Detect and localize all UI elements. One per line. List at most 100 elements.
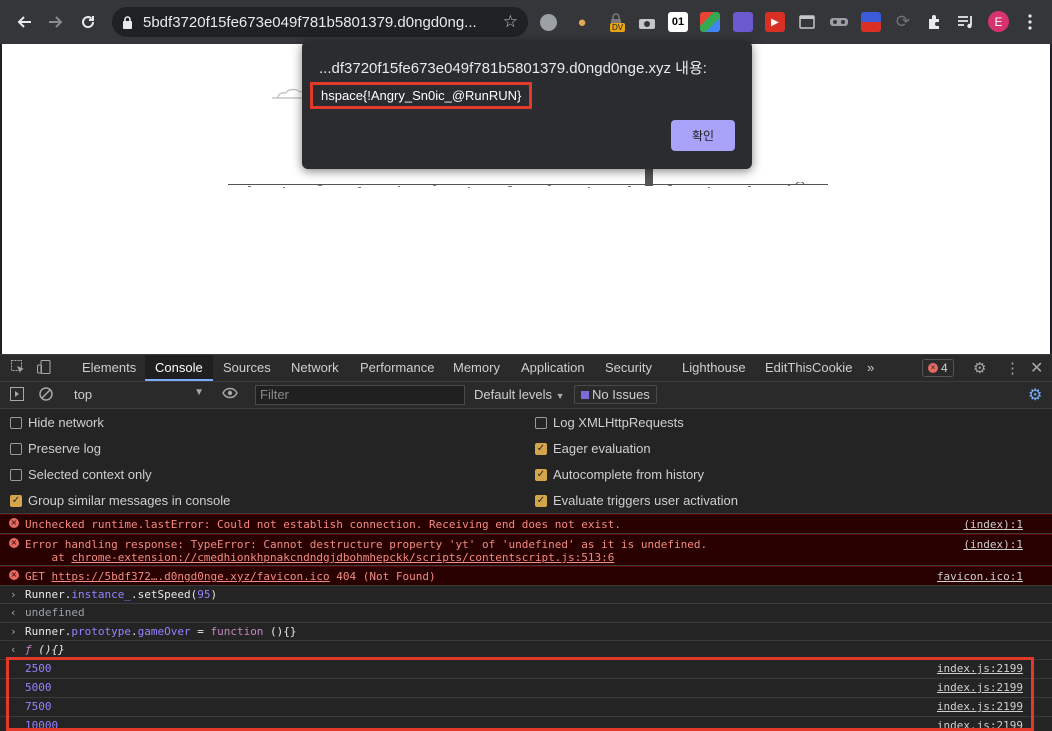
- setting-label: Group similar messages in console: [28, 493, 231, 508]
- screen: 5bdf3720f15fe673e049f781b5801379.d0ngd0n…: [0, 0, 1052, 731]
- request-url-link[interactable]: https://5bdf372….d0ngd0nge.xyz/favicon.i…: [52, 570, 330, 583]
- back-button[interactable]: [8, 6, 40, 38]
- source-link[interactable]: (index):1: [963, 538, 1023, 551]
- source-link[interactable]: index.js:2199: [937, 719, 1023, 731]
- setting-log-xhr[interactable]: Log XMLHttpRequests: [535, 415, 684, 430]
- red-extension-icon[interactable]: ▶: [765, 12, 785, 32]
- caret-down-icon: ▼: [194, 387, 204, 398]
- code-token: Runner.: [25, 588, 72, 601]
- sidebar-toggle-icon[interactable]: [10, 387, 24, 404]
- url-text: 5bdf3720f15fe673e049f781b5801379.d0ngd0n…: [143, 13, 477, 31]
- setting-label: Eager evaluation: [553, 441, 651, 456]
- console-settings-gear-icon[interactable]: ⚙: [1028, 385, 1042, 405]
- dv-extension-icon[interactable]: DV: [606, 10, 626, 32]
- result-value: undefined: [25, 606, 85, 619]
- setting-preserve-log[interactable]: Preserve log: [10, 441, 101, 456]
- live-expression-eye-icon[interactable]: [222, 387, 238, 402]
- error-icon: ×: [9, 518, 19, 528]
- source-link[interactable]: index.js:2199: [937, 662, 1023, 675]
- devtools-menu-icon[interactable]: ⋮: [1005, 359, 1020, 377]
- tab-security[interactable]: Security: [605, 355, 652, 381]
- log-levels-dropdown[interactable]: Default levels ▼: [474, 387, 565, 402]
- checkbox-checked[interactable]: ✓: [10, 494, 22, 507]
- checkbox[interactable]: [10, 416, 22, 429]
- refresh-extension-icon[interactable]: ⟳: [893, 12, 913, 32]
- forward-arrow-icon: [49, 16, 63, 28]
- code-token: =: [190, 625, 211, 638]
- setting-label: Selected context only: [28, 467, 152, 482]
- source-link[interactable]: index.js:2199: [937, 681, 1023, 694]
- glasses-extension-icon[interactable]: [829, 12, 849, 32]
- console-error-row: × GET https://5bdf372….d0ngd0nge.xyz/fav…: [0, 566, 1052, 586]
- checkbox[interactable]: [535, 416, 547, 429]
- setting-group-similar[interactable]: ✓ Group similar messages in console: [10, 493, 230, 508]
- console-result-row: ‹ undefined: [0, 604, 1052, 623]
- alert-ok-button[interactable]: 확인: [671, 120, 735, 151]
- devtools-settings-gear-icon[interactable]: ⚙: [973, 359, 986, 377]
- setting-selected-context-only[interactable]: Selected context only: [10, 467, 152, 482]
- tab-editthiscookie[interactable]: EditThisCookie: [765, 355, 852, 381]
- error-message: Error handling response: TypeError: Cann…: [25, 538, 708, 551]
- checkbox[interactable]: [10, 442, 22, 455]
- checkbox-checked[interactable]: ✓: [535, 494, 547, 507]
- tab-elements[interactable]: Elements: [82, 355, 136, 381]
- error-count-badge[interactable]: × 4: [922, 359, 954, 377]
- source-link[interactable]: (index):1: [963, 518, 1023, 531]
- reload-button[interactable]: [72, 6, 104, 38]
- setting-hide-network[interactable]: Hide network: [10, 415, 104, 430]
- profile-avatar[interactable]: E: [988, 11, 1009, 32]
- browser-menu-button[interactable]: [1020, 12, 1040, 32]
- log-value: 10000: [25, 719, 59, 731]
- more-tabs-button[interactable]: »: [867, 355, 874, 381]
- media-control-button[interactable]: [956, 12, 976, 32]
- console-filter-input[interactable]: Filter: [255, 385, 465, 405]
- setting-evaluate-triggers-activation[interactable]: ✓ Evaluate triggers user activation: [535, 493, 738, 508]
- source-link[interactable]: favicon.ico:1: [937, 570, 1023, 583]
- context-selector[interactable]: top ▼: [74, 387, 204, 402]
- tab-memory[interactable]: Memory: [453, 355, 500, 381]
- checkbox-checked[interactable]: ✓: [535, 442, 547, 455]
- forward-button[interactable]: [40, 6, 72, 38]
- setting-label: Evaluate triggers user activation: [553, 493, 738, 508]
- zero-one-extension-icon[interactable]: 01: [668, 12, 688, 32]
- console-log-row: 2500 index.js:2199: [0, 660, 1052, 679]
- tab-performance[interactable]: Performance: [360, 355, 434, 381]
- code-token: (){}: [263, 625, 297, 638]
- source-link[interactable]: index.js:2199: [937, 700, 1023, 713]
- bookmark-star-icon[interactable]: ☆: [503, 12, 518, 32]
- setting-autocomplete-history[interactable]: ✓ Autocomplete from history: [535, 467, 704, 482]
- issues-label: No Issues: [592, 387, 650, 402]
- cookie-extension-icon[interactable]: ●: [572, 12, 592, 32]
- issues-button[interactable]: No Issues: [574, 385, 657, 404]
- code-token: .: [130, 625, 138, 638]
- code-token: gameOver: [137, 625, 191, 638]
- address-bar[interactable]: 5bdf3720f15fe673e049f781b5801379.d0ngd0n…: [112, 7, 528, 37]
- checkbox-checked[interactable]: ✓: [535, 468, 547, 481]
- inspect-element-icon[interactable]: [11, 360, 25, 377]
- google-extension-icon[interactable]: [700, 12, 720, 32]
- tab-console[interactable]: Console: [145, 355, 213, 381]
- checkbox[interactable]: [10, 468, 22, 481]
- stack-link[interactable]: chrome-extension://cmedhionkhpnakcndndgj…: [71, 551, 614, 564]
- purple-extension-icon[interactable]: [733, 12, 753, 32]
- extensions-button[interactable]: [925, 12, 945, 32]
- circle-extension-icon[interactable]: [540, 14, 557, 31]
- devtools-tabbar: Elements Console Sources Network Perform…: [0, 355, 1052, 382]
- clear-console-icon[interactable]: [39, 387, 53, 404]
- console-error-row: × Unchecked runtime.lastError: Could not…: [0, 514, 1052, 534]
- setting-eager-evaluation[interactable]: ✓ Eager evaluation: [535, 441, 651, 456]
- puzzle-icon: [929, 15, 939, 29]
- tab-application[interactable]: Application: [521, 355, 585, 381]
- tab-lighthouse[interactable]: Lighthouse: [682, 355, 746, 381]
- tab-network[interactable]: Network: [291, 355, 339, 381]
- tab-sources[interactable]: Sources: [223, 355, 271, 381]
- flag-extension-icon[interactable]: [861, 12, 881, 32]
- devtools-panel: Elements Console Sources Network Perform…: [0, 354, 1052, 731]
- camera-extension-icon[interactable]: [637, 12, 657, 32]
- devtools-close-icon[interactable]: ✕: [1030, 358, 1043, 378]
- code-token: instance_: [71, 588, 131, 601]
- window-extension-icon[interactable]: [797, 12, 817, 32]
- device-toggle-icon[interactable]: [37, 360, 51, 377]
- ground-texture: [248, 182, 805, 188]
- input-prompt-icon: ›: [10, 625, 17, 638]
